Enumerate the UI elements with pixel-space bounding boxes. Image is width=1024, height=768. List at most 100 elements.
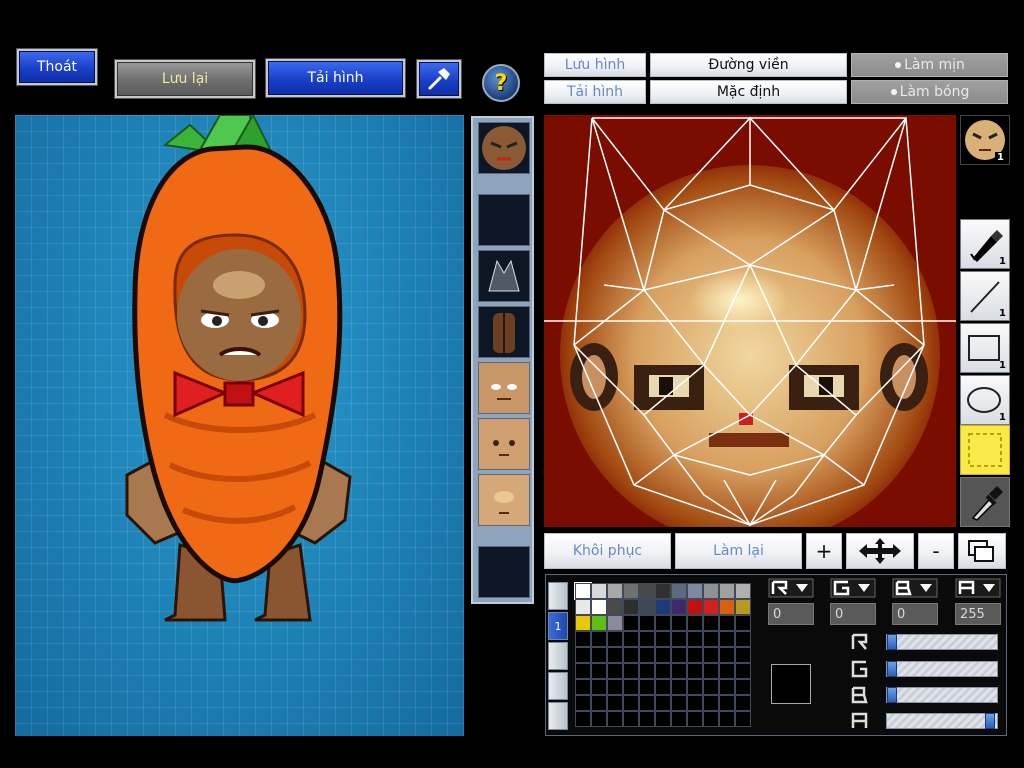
palette-swatch[interactable]: [719, 631, 735, 647]
palette-swatch[interactable]: [591, 583, 607, 599]
palette-swatch[interactable]: [639, 599, 655, 615]
palette-swatch[interactable]: [591, 679, 607, 695]
g-slider[interactable]: [850, 659, 998, 679]
eyedropper-tool[interactable]: [960, 477, 1010, 527]
palette-swatch[interactable]: [607, 695, 623, 711]
b-value-field[interactable]: 0: [892, 603, 938, 625]
palette-swatch[interactable]: [607, 679, 623, 695]
palette-swatch[interactable]: [671, 647, 687, 663]
palette-swatch[interactable]: [687, 583, 703, 599]
smooth-radio[interactable]: [894, 61, 903, 69]
palette-swatch[interactable]: [607, 631, 623, 647]
palette-swatch[interactable]: [591, 647, 607, 663]
thumbnail-face-2[interactable]: [478, 418, 530, 470]
palette-swatch[interactable]: [591, 631, 607, 647]
palette-swatch[interactable]: [703, 663, 719, 679]
palette-swatch[interactable]: [735, 663, 751, 679]
palette-swatch[interactable]: [671, 711, 687, 727]
palette-swatch[interactable]: [655, 615, 671, 631]
thumbnail-face-3[interactable]: [478, 474, 530, 526]
b-slider-thumb[interactable]: [887, 687, 897, 703]
palette-swatch[interactable]: [575, 647, 591, 663]
exit-button[interactable]: Thoát: [17, 49, 97, 85]
palette-swatch[interactable]: [655, 679, 671, 695]
palette-swatch[interactable]: [687, 695, 703, 711]
shade-radio[interactable]: [889, 88, 898, 96]
shade-option[interactable]: Làm bóng: [851, 80, 1008, 104]
palette-swatch[interactable]: [687, 599, 703, 615]
palette-swatch[interactable]: [655, 663, 671, 679]
palette-swatch[interactable]: [655, 631, 671, 647]
outline-button[interactable]: Đường viền: [650, 53, 847, 77]
palette-swatch[interactable]: [671, 615, 687, 631]
palette-swatch[interactable]: [639, 631, 655, 647]
palette-swatch[interactable]: [719, 695, 735, 711]
palette-swatch[interactable]: [623, 583, 639, 599]
palette-swatch[interactable]: [719, 647, 735, 663]
palette-swatch[interactable]: [687, 631, 703, 647]
layers-button[interactable]: [958, 533, 1006, 569]
palette-swatch[interactable]: [623, 711, 639, 727]
palette-swatch[interactable]: [639, 583, 655, 599]
palette-swatch[interactable]: [719, 711, 735, 727]
palette-swatch[interactable]: [671, 695, 687, 711]
palette-swatch[interactable]: [623, 679, 639, 695]
palette-swatch[interactable]: [703, 599, 719, 615]
palette-swatch[interactable]: [735, 695, 751, 711]
palette-swatch[interactable]: [719, 663, 735, 679]
palette-swatch[interactable]: [639, 663, 655, 679]
palette-swatch[interactable]: [719, 599, 735, 615]
redo-button[interactable]: Làm lại: [675, 533, 802, 569]
palette-swatch[interactable]: [735, 599, 751, 615]
thumbnail-wolf[interactable]: [478, 250, 530, 302]
thumbnail-empty[interactable]: [478, 194, 530, 246]
palette-swatch[interactable]: [687, 615, 703, 631]
r-slider-thumb[interactable]: [887, 634, 897, 650]
palette-swatch[interactable]: [703, 711, 719, 727]
thumbnail-empty-2[interactable]: [478, 546, 530, 598]
thumbnail-face-angry[interactable]: [478, 122, 530, 174]
palette-swatch[interactable]: [639, 647, 655, 663]
palette-swatch[interactable]: [607, 583, 623, 599]
palette-swatch[interactable]: [639, 695, 655, 711]
palette-swatch[interactable]: [574, 582, 592, 600]
palette-swatch[interactable]: [655, 711, 671, 727]
palette-swatch[interactable]: [671, 663, 687, 679]
palette-tab-2[interactable]: [548, 642, 568, 670]
help-button[interactable]: ?: [482, 64, 520, 102]
palette-tab-4[interactable]: [548, 702, 568, 730]
palette-swatch[interactable]: [671, 679, 687, 695]
zoom-out-button[interactable]: -: [918, 533, 954, 569]
palette-swatch[interactable]: [735, 583, 751, 599]
palette-swatch[interactable]: [735, 631, 751, 647]
layer-thumbnail[interactable]: 1: [960, 115, 1010, 165]
texture-canvas[interactable]: [544, 115, 956, 527]
g-slider-thumb[interactable]: [887, 661, 897, 677]
g-value-field[interactable]: 0: [830, 603, 876, 625]
palette-swatch[interactable]: [639, 711, 655, 727]
palette-tab-1[interactable]: 1: [548, 612, 568, 640]
palette-swatch[interactable]: [703, 583, 719, 599]
palette-swatch[interactable]: [607, 663, 623, 679]
palette-swatch[interactable]: [655, 583, 671, 599]
zoom-in-button[interactable]: +: [806, 533, 842, 569]
palette-tab-0[interactable]: [548, 582, 568, 610]
thumbnail-face-1[interactable]: [478, 362, 530, 414]
palette-swatch[interactable]: [623, 631, 639, 647]
palette-swatch[interactable]: [703, 679, 719, 695]
r-value-field[interactable]: 0: [768, 603, 814, 625]
a-channel-dropdown[interactable]: [955, 578, 1001, 598]
selection-tool[interactable]: [960, 425, 1010, 475]
g-channel-dropdown[interactable]: [830, 578, 876, 598]
palette-swatch[interactable]: [735, 615, 751, 631]
palette-swatch[interactable]: [623, 615, 639, 631]
load-button[interactable]: Tải hình: [266, 59, 405, 97]
palette-swatch[interactable]: [655, 599, 671, 615]
palette-swatch[interactable]: [575, 695, 591, 711]
restore-button[interactable]: Khôi phục: [544, 533, 671, 569]
palette-swatch[interactable]: [591, 615, 607, 631]
palette-swatch[interactable]: [687, 679, 703, 695]
palette-swatch[interactable]: [607, 599, 623, 615]
palette-swatch[interactable]: [655, 695, 671, 711]
palette-swatch[interactable]: [671, 631, 687, 647]
